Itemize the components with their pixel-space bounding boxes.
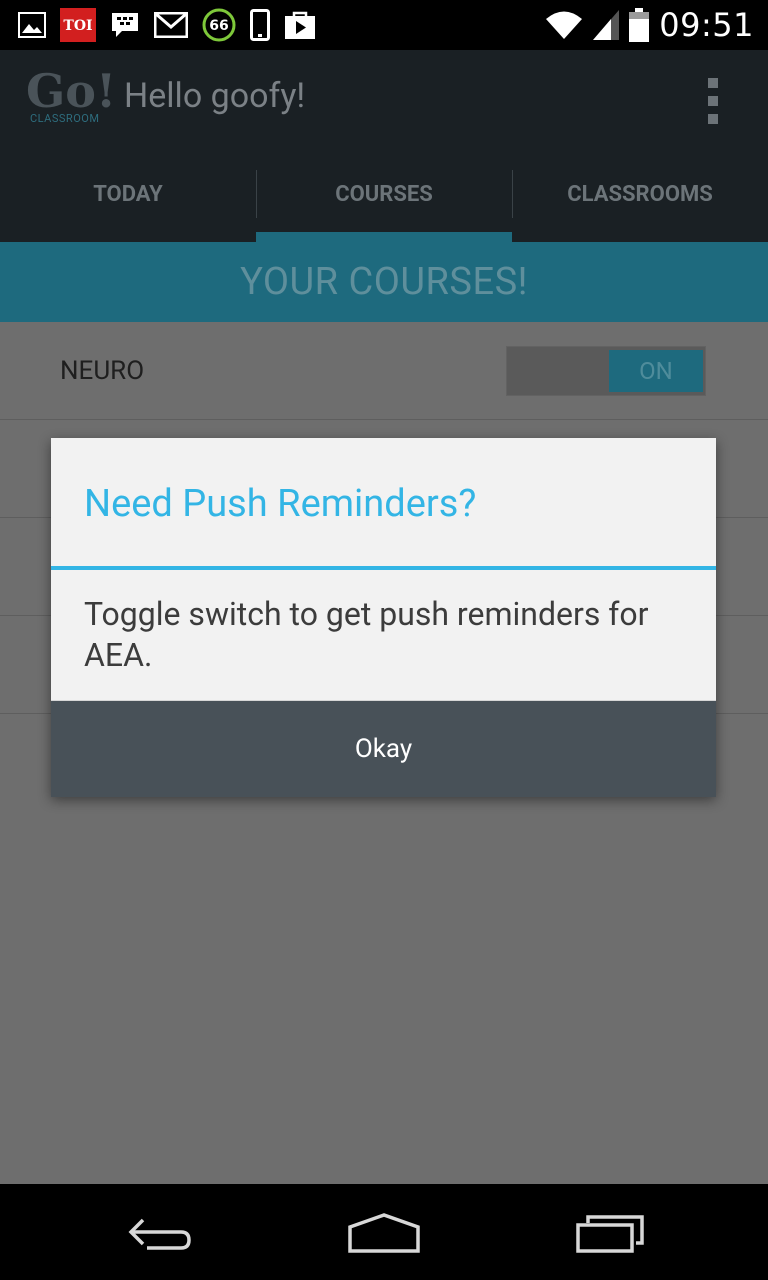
- course-name: NEURO: [60, 356, 145, 386]
- reminder-toggle[interactable]: ON: [506, 346, 706, 396]
- overflow-menu-icon[interactable]: [708, 78, 718, 124]
- app-logo[interactable]: Go! CLASSROOM: [26, 68, 116, 132]
- battery-icon: [629, 8, 650, 42]
- section-banner: YOUR COURSES!: [0, 242, 768, 322]
- toggle-knob: ON: [609, 350, 703, 392]
- gallery-icon: [18, 12, 46, 38]
- bbm-icon: [110, 11, 140, 39]
- recent-apps-icon[interactable]: [560, 1208, 660, 1260]
- phone-icon: [250, 9, 270, 41]
- app-bar: Go! CLASSROOM Hello goofy!: [0, 50, 768, 146]
- list-item: NEURO ON: [0, 322, 768, 420]
- tab-bar: TODAY COURSES CLASSROOMS: [0, 146, 768, 242]
- tab-today[interactable]: TODAY: [0, 146, 256, 242]
- svg-text:66: 66: [209, 18, 228, 34]
- tab-classrooms[interactable]: CLASSROOMS: [512, 146, 768, 242]
- logo-text: Go!: [26, 64, 117, 118]
- okay-button[interactable]: Okay: [51, 700, 716, 797]
- tab-courses[interactable]: COURSES: [256, 146, 512, 242]
- status-bar: TOI 66 09:51: [0, 0, 768, 50]
- play-store-icon: [284, 10, 316, 40]
- svg-text:TOI: TOI: [63, 18, 92, 34]
- home-icon[interactable]: [334, 1208, 434, 1260]
- toi-icon: TOI: [60, 8, 96, 42]
- dialog-divider: [51, 566, 716, 570]
- back-icon[interactable]: [110, 1208, 210, 1260]
- signal-icon: [593, 10, 620, 40]
- dialog-message: Toggle switch to get push reminders for …: [84, 595, 649, 674]
- wifi-icon: [545, 10, 583, 40]
- push-reminder-dialog: Need Push Reminders? Toggle switch to ge…: [51, 438, 716, 797]
- navigation-bar: [0, 1184, 768, 1280]
- gmail-icon: [154, 12, 188, 38]
- clock: 09:51: [659, 6, 754, 44]
- banner-title: YOUR COURSES!: [240, 260, 528, 304]
- dialog-title: Need Push Reminders?: [84, 482, 477, 526]
- page-title: Hello goofy!: [124, 76, 306, 116]
- sixty-six-icon: 66: [202, 8, 236, 42]
